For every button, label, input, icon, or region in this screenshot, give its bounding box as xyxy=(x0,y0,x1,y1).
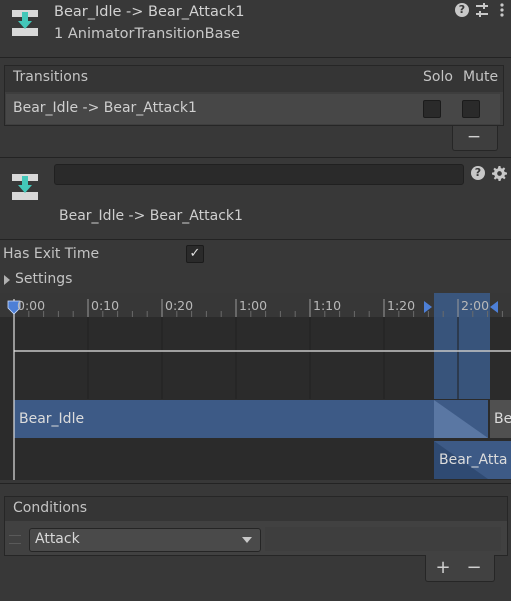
transition-timeline[interactable] xyxy=(0,293,511,480)
has-exit-time-checkbox[interactable]: ✓ xyxy=(186,245,204,263)
transition-name-field[interactable] xyxy=(54,164,464,185)
divider xyxy=(0,157,511,158)
header-subtitle: 1 AnimatorTransitionBase xyxy=(54,26,240,42)
transitions-heading: Transitions xyxy=(13,69,88,85)
condition-parameter-dropdown[interactable]: Attack xyxy=(29,528,261,552)
source-clip-bar xyxy=(14,400,434,438)
presets-icon[interactable] xyxy=(474,2,490,18)
gear-icon[interactable] xyxy=(492,166,507,181)
remove-transition-button[interactable]: − xyxy=(462,127,486,147)
transition-icon xyxy=(11,8,39,38)
timeline-graph[interactable] xyxy=(0,293,511,480)
header-title: Bear_Idle -> Bear_Attack1 xyxy=(54,4,245,20)
mute-checkbox[interactable] xyxy=(462,100,480,118)
transition-row-label: Bear_Idle -> Bear_Attack1 xyxy=(13,100,197,116)
checkmark-icon: ✓ xyxy=(189,246,201,261)
divider xyxy=(0,483,511,484)
transition-icon xyxy=(11,172,39,202)
solo-column-label: Solo xyxy=(423,69,453,85)
mute-column-label: Mute xyxy=(463,69,499,85)
settings-foldout[interactable]: Settings xyxy=(15,271,72,287)
divider xyxy=(0,57,511,58)
drag-handle-icon[interactable] xyxy=(9,535,21,544)
divider xyxy=(0,239,511,240)
help-icon[interactable]: ? xyxy=(471,166,485,180)
remove-condition-button[interactable]: − xyxy=(463,557,485,578)
condition-parameter-value: Attack xyxy=(35,531,80,547)
expand-arrow-icon[interactable] xyxy=(4,275,10,285)
conditions-heading: Conditions xyxy=(13,500,88,516)
chevron-down-icon xyxy=(242,537,252,543)
transition-label: Bear_Idle -> Bear_Attack1 xyxy=(59,208,243,224)
transition-highlight xyxy=(434,293,490,399)
solo-checkbox[interactable] xyxy=(423,100,441,118)
has-exit-time-label: Has Exit Time xyxy=(3,246,100,262)
next-clip-bar xyxy=(490,400,511,438)
add-condition-button[interactable]: + xyxy=(432,557,454,578)
help-icon[interactable]: ? xyxy=(455,3,469,17)
menu-icon[interactable] xyxy=(494,2,510,18)
condition-value-area xyxy=(265,527,501,551)
